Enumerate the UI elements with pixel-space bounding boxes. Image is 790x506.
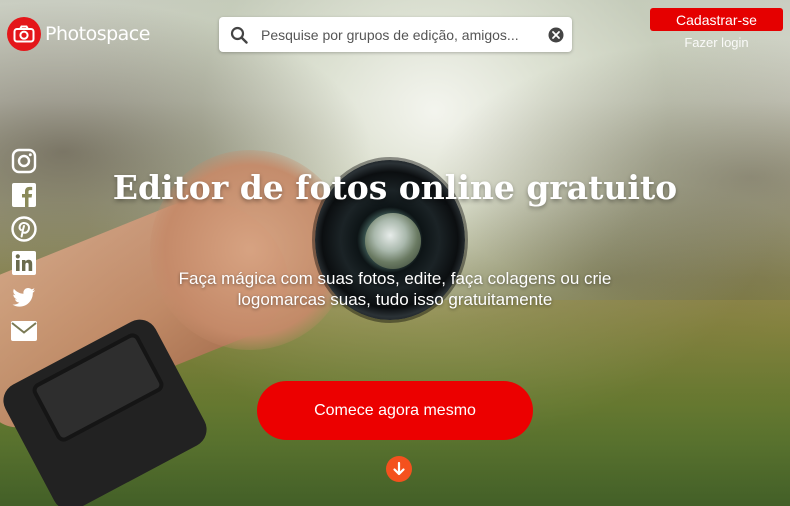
hero-subtitle: Faça mágica com suas fotos, edite, faça …: [178, 269, 612, 309]
twitter-icon[interactable]: [10, 284, 38, 310]
search-input[interactable]: [259, 26, 540, 43]
pinterest-icon[interactable]: [10, 216, 38, 242]
signup-button[interactable]: Cadastrar-se: [650, 8, 783, 31]
search-bar: [219, 17, 572, 52]
get-started-button[interactable]: Comece agora mesmo: [257, 381, 533, 440]
search-icon[interactable]: [219, 26, 259, 44]
scroll-down-icon[interactable]: [386, 456, 412, 482]
hero-title: Editor de fotos online gratuito: [112, 168, 678, 207]
brand-name: Photospace: [45, 23, 150, 45]
clear-search-icon[interactable]: [540, 27, 572, 43]
email-icon[interactable]: [10, 318, 38, 344]
linkedin-icon[interactable]: [10, 250, 38, 276]
login-link[interactable]: Fazer login: [650, 35, 783, 50]
logo[interactable]: Photospace: [7, 17, 150, 51]
camera-icon: [7, 17, 41, 51]
